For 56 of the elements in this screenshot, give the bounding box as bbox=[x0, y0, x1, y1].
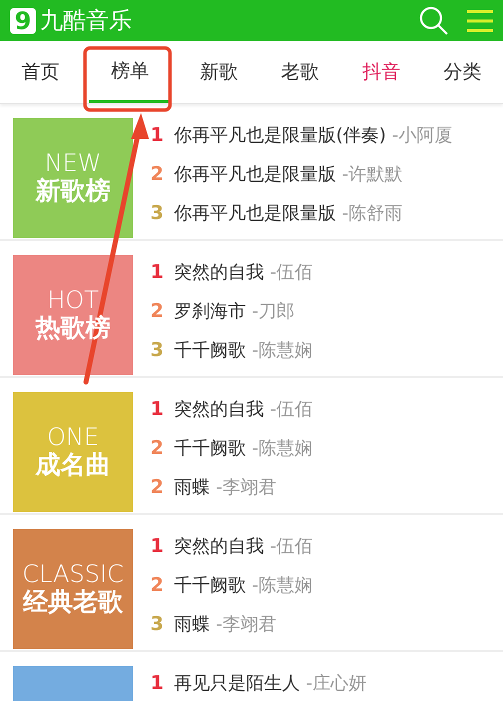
logo-mark: 9 bbox=[10, 8, 36, 34]
tile-title: 成名曲 bbox=[36, 450, 110, 480]
song-title[interactable]: 再见只是陌生人 bbox=[174, 670, 300, 694]
rank-number: 3 bbox=[150, 338, 164, 360]
song-title[interactable]: 你再平凡也是限量版(伴奏) bbox=[174, 122, 386, 146]
song-title[interactable]: 雨蝶 bbox=[174, 612, 210, 636]
nav-tab[interactable]: 榜单 bbox=[89, 41, 170, 103]
rank-number: 1 bbox=[150, 260, 164, 282]
rank-number: 3 bbox=[150, 612, 164, 634]
artist-name: -陈慧娴 bbox=[252, 338, 312, 362]
artist-name: -陈慧娴 bbox=[252, 574, 312, 596]
nav-tab[interactable]: 首页 bbox=[0, 41, 82, 103]
rank-number: 1 bbox=[150, 534, 164, 556]
rank-number: 1 bbox=[150, 398, 164, 420]
rank-number: 2 bbox=[150, 300, 164, 322]
nav-tab[interactable]: 新歌 bbox=[178, 41, 260, 103]
song-title[interactable]: 你再平凡也是限量版 bbox=[174, 200, 336, 224]
artist-name: -陈慧娴 bbox=[252, 436, 312, 460]
rank-number: 2 bbox=[150, 436, 164, 458]
song-title[interactable]: 罗刹海市 bbox=[174, 298, 246, 322]
search-icon[interactable] bbox=[419, 6, 449, 36]
song-title[interactable]: 千千阙歌 bbox=[174, 436, 246, 460]
artist-name: -李翊君 bbox=[216, 476, 276, 498]
tile-caption: CLASSIC bbox=[22, 561, 124, 588]
artist-name: -小阿厦 bbox=[392, 124, 453, 146]
artist-name: -刀郎 bbox=[252, 300, 294, 322]
rank-number: 3 bbox=[150, 202, 164, 224]
song-title[interactable]: 雨蝶 bbox=[174, 474, 210, 498]
song-title[interactable]: 突然的自我 bbox=[174, 396, 264, 420]
nav-tab[interactable]: 老歌 bbox=[260, 41, 341, 103]
artist-name: -伍佰 bbox=[270, 398, 312, 420]
tile-caption: NEW bbox=[44, 150, 102, 177]
artist-name: -庄心妍 bbox=[306, 672, 366, 694]
rank-number: 1 bbox=[150, 124, 164, 146]
song-title[interactable]: 突然的自我 bbox=[174, 534, 264, 558]
artist-name: -许默默 bbox=[342, 162, 402, 186]
rank-number: 1 bbox=[150, 672, 164, 694]
song-title[interactable]: 千千阙歌 bbox=[174, 572, 246, 596]
tile-caption: ONE bbox=[46, 424, 99, 451]
rank-number: 2 bbox=[150, 574, 164, 596]
artist-name: -伍佰 bbox=[270, 534, 312, 558]
artist-name: -伍佰 bbox=[270, 260, 312, 284]
song-title[interactable]: 突然的自我 bbox=[174, 260, 264, 284]
rank-number: 2 bbox=[150, 476, 164, 498]
tile-title: 新歌榜 bbox=[36, 176, 110, 206]
rank-number: 2 bbox=[150, 162, 164, 184]
song-title[interactable]: 你再平凡也是限量版 bbox=[174, 162, 336, 186]
nav-tab[interactable]: 分类 bbox=[422, 41, 503, 103]
menu-icon[interactable] bbox=[467, 8, 493, 32]
artist-name: -李翊君 bbox=[216, 612, 276, 636]
artist-name: -陈舒雨 bbox=[342, 202, 402, 224]
nav-tab[interactable]: 抖音 bbox=[340, 41, 422, 103]
song-title[interactable]: 千千阙歌 bbox=[174, 338, 246, 362]
app-title: 九酷音乐 bbox=[40, 7, 133, 36]
tile-caption: HOT bbox=[47, 287, 99, 314]
tile-title: 经典老歌 bbox=[23, 588, 123, 617]
